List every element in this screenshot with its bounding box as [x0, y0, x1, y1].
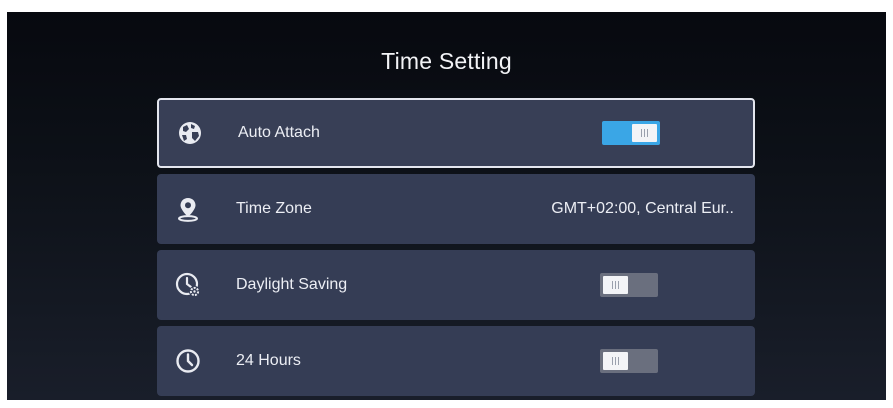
- 24-hours-label: 24 Hours: [236, 352, 301, 369]
- time-zone-value: GMT+02:00, Central Eur..: [551, 200, 734, 217]
- auto-attach-toggle[interactable]: [602, 121, 660, 145]
- clock-gear-icon: [175, 272, 200, 297]
- time-zone-label: Time Zone: [236, 200, 312, 217]
- clock-icon: [176, 349, 200, 373]
- daylight-saving-row[interactable]: Daylight Saving: [157, 250, 755, 320]
- time-setting-screen: Time Setting Auto Attach Time Zone GMT+0…: [7, 12, 886, 400]
- auto-attach-row[interactable]: Auto Attach: [157, 98, 755, 168]
- toggle-knob: [603, 352, 628, 370]
- auto-attach-label: Auto Attach: [238, 124, 320, 141]
- daylight-saving-toggle[interactable]: [600, 273, 658, 297]
- time-zone-row[interactable]: Time Zone GMT+02:00, Central Eur..: [157, 174, 755, 244]
- location-pin-icon: [178, 198, 198, 222]
- toggle-knob: [632, 124, 657, 142]
- 24-hours-toggle[interactable]: [600, 349, 658, 373]
- 24-hours-row[interactable]: 24 Hours: [157, 326, 755, 396]
- daylight-saving-label: Daylight Saving: [236, 276, 348, 293]
- globe-icon: [179, 122, 201, 144]
- page-title: Time Setting: [381, 48, 512, 74]
- toggle-knob: [603, 276, 628, 294]
